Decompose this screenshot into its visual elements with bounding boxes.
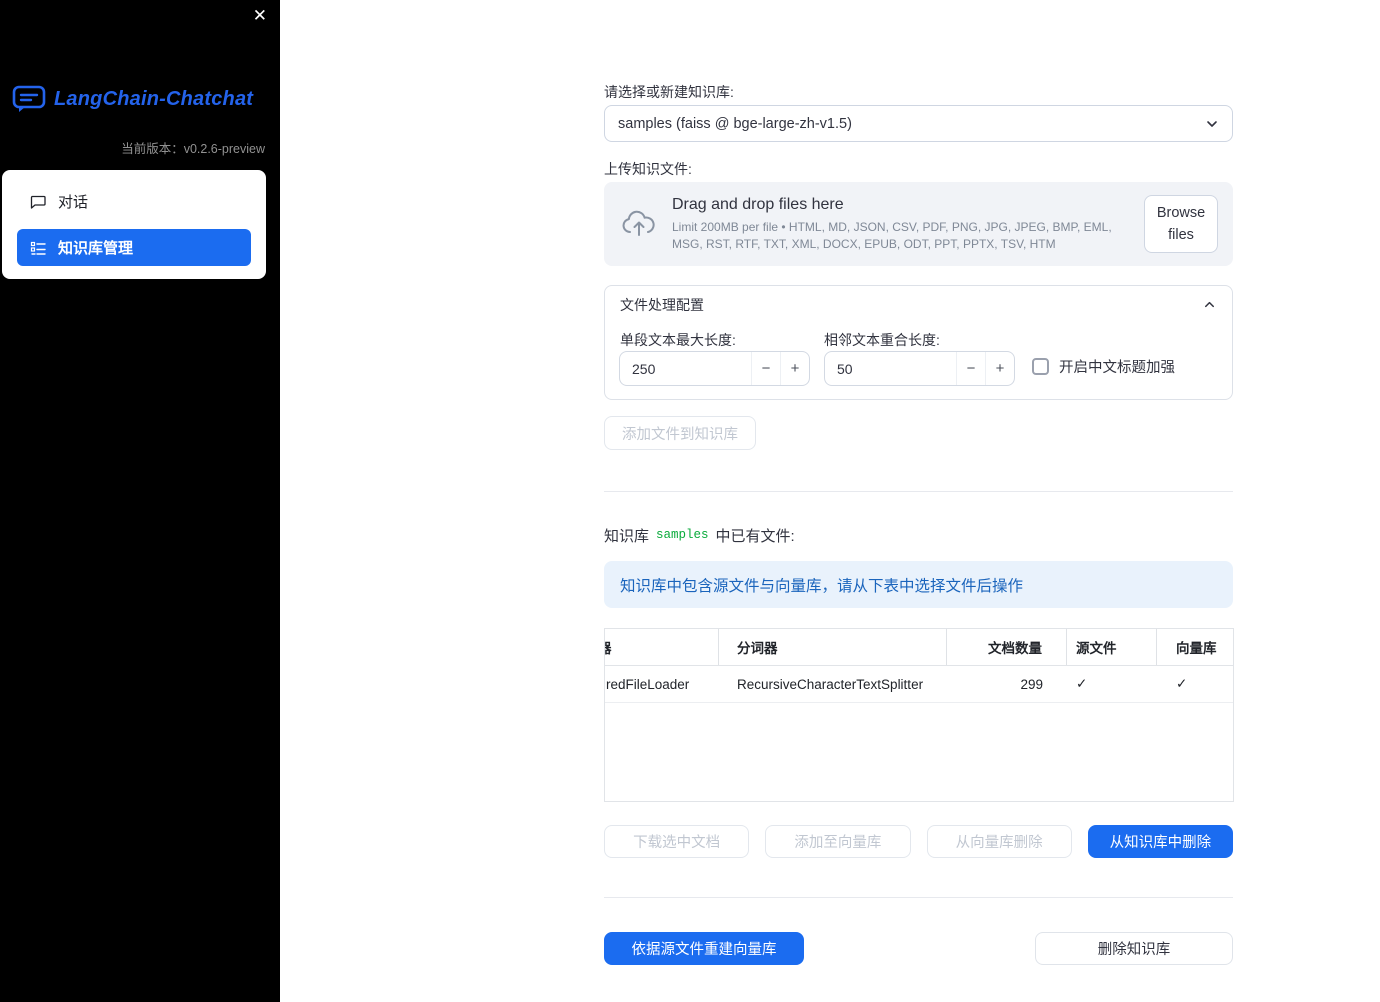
files-table: 器 分词器 文档数量 源文件 向量库 redFileLoader Recursi… [604,628,1234,802]
table-actions: 下载选中文档 添加至向量库 从向量库删除 从知识库中删除 [604,825,1233,858]
sidebar-menu: 对话 知识库管理 [2,170,266,279]
cell-source-file-check: ✓ [1067,666,1157,702]
overlap-label: 相邻文本重合长度: [824,332,940,348]
column-header-docs-count[interactable]: 文档数量 [947,629,1067,665]
chunk-size-stepper: − + [619,351,810,386]
cloud-upload-icon [621,208,657,240]
sidebar-close-button[interactable]: ✕ [253,7,267,24]
expander-title: 文件处理配置 [620,296,704,313]
kb-files-prefix: 知识库 [604,527,650,545]
menu-item-chat[interactable]: 对话 [17,183,251,220]
kb-select-value: samples (faiss @ bge-large-zh-v1.5) [618,115,852,132]
delete-from-kb-button[interactable]: 从知识库中删除 [1087,825,1233,858]
app-root: ✕ LangChain-Chatchat 当前版本：v0.2.6-preview [0,0,1380,1002]
kb-files-suffix: 中已有文件: [715,527,795,545]
menu-item-label: 知识库管理 [58,240,134,257]
menu-item-label: 对话 [58,194,89,211]
delete-kb-button[interactable]: 删除知识库 [1035,932,1233,965]
uploader-label: 上传知识文件: [604,161,692,177]
chevron-up-icon [1202,297,1217,312]
dropzone-title: Drag and drop files here [672,195,844,213]
cell-vector-store-check: ✓ [1157,666,1233,702]
cell-splitter: RecursiveCharacterTextSplitter [737,676,924,692]
chunk-size-label: 单段文本最大长度: [620,332,736,348]
plus-icon[interactable]: + [985,352,1014,385]
version-label: 当前版本：v0.2.6-preview [121,142,265,156]
knowledge-base-icon [29,239,46,256]
column-header-source-file[interactable]: 源文件 [1067,629,1157,665]
column-header-loader[interactable]: 器 [605,629,719,665]
overlap-input[interactable] [825,352,956,385]
add-to-vector-store-button[interactable]: 添加至向量库 [765,825,911,858]
cell-docs-count: 299 [1020,676,1043,692]
kb-name-code: samples [656,528,709,542]
zh-title-enhance-label: 开启中文标题加强 [1059,360,1175,376]
main-content: 请选择或新建知识库: samples (faiss @ bge-large-zh… [604,0,1234,1002]
info-banner-text: 知识库中包含源文件与向量库，请从下表中选择文件后操作 [620,577,1024,595]
minus-icon[interactable]: − [751,352,780,385]
dropzone-limits: Limit 200MB per file • HTML, MD, JSON, C… [672,219,1112,251]
chunk-size-input[interactable] [620,352,751,385]
dropzone-text: Drag and drop files here Limit 200MB per… [672,196,1144,253]
kb-select-label: 请选择或新建知识库: [604,84,734,100]
zh-title-enhance: 开启中文标题加强 [1032,356,1175,377]
expander-header[interactable]: 文件处理配置 [605,286,1232,323]
chat-icon [29,193,46,210]
check-icon: ✓ [1076,676,1088,691]
app-logo: LangChain-Chatchat [12,84,268,114]
table-row[interactable]: redFileLoader RecursiveCharacterTextSpli… [605,666,1233,703]
column-header-vector-store[interactable]: 向量库 [1157,629,1233,665]
chevron-down-icon [1204,116,1220,132]
browse-files-button[interactable]: Browse files [1144,194,1218,254]
zh-title-enhance-checkbox[interactable] [1032,358,1049,375]
overlap-stepper: − + [824,351,1015,386]
info-banner: 知识库中包含源文件与向量库，请从下表中选择文件后操作 [604,561,1233,608]
logo-text: LangChain-Chatchat [54,87,254,110]
delete-from-vector-store-button[interactable]: 从向量库删除 [926,825,1072,858]
file-dropzone[interactable]: Drag and drop files here Limit 200MB per… [604,182,1233,266]
check-icon: ✓ [1176,676,1188,691]
kb-files-heading: 知识库 samples 中已有文件: [604,523,795,547]
table-header-row: 器 分词器 文档数量 源文件 向量库 [605,629,1233,666]
kb-select-dropdown[interactable]: samples (faiss @ bge-large-zh-v1.5) [604,105,1233,142]
divider [604,491,1233,492]
plus-icon[interactable]: + [780,352,809,385]
cell-loader: redFileLoader [606,676,690,692]
sidebar: ✕ LangChain-Chatchat 当前版本：v0.2.6-preview [0,0,280,1002]
logo-chat-icon [12,84,46,114]
file-config-expander: 文件处理配置 单段文本最大长度: 相邻文本重合长度: − + − + [604,285,1233,400]
rebuild-vector-store-button[interactable]: 依据源文件重建向量库 [604,932,804,965]
menu-item-knowledge-base[interactable]: 知识库管理 [17,229,251,266]
download-selected-button[interactable]: 下载选中文档 [604,825,750,858]
column-header-splitter[interactable]: 分词器 [719,629,947,665]
add-files-button[interactable]: 添加文件到知识库 [604,416,756,450]
minus-icon[interactable]: − [956,352,985,385]
divider [604,897,1233,898]
